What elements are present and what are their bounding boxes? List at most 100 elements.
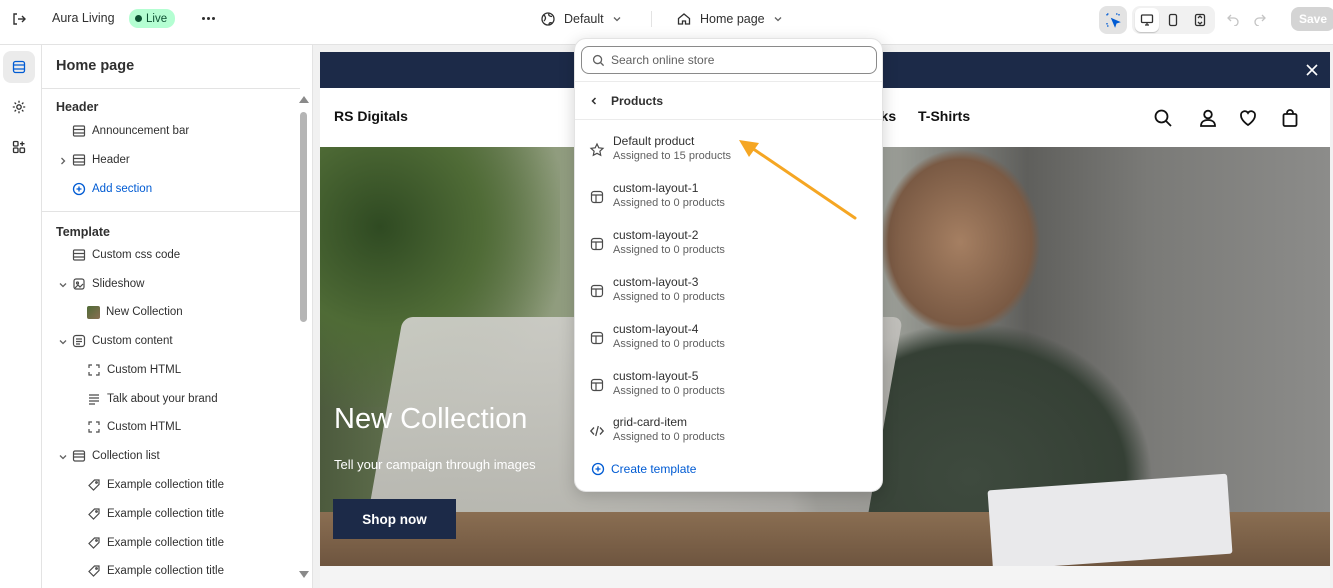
chevron-left-icon	[591, 97, 597, 105]
template-assignment: Assigned to 15 products	[613, 150, 732, 162]
template-assignment: Assigned to 0 products	[613, 244, 725, 256]
scroll-up-arrow[interactable]	[299, 96, 309, 103]
block-custom-html[interactable]: Custom HTML	[87, 417, 181, 437]
layout-icon	[590, 284, 604, 298]
tag-icon	[88, 537, 100, 549]
inspector-toggle[interactable]	[1099, 6, 1127, 34]
more-actions-button[interactable]	[197, 8, 219, 28]
block-custom-html[interactable]: Custom HTML	[87, 360, 181, 380]
mobile-view-button[interactable]	[1161, 8, 1185, 32]
scroll-down-arrow[interactable]	[299, 571, 309, 578]
chevron-down-icon[interactable]	[58, 280, 68, 290]
hero-subtitle: Tell your campaign through images	[334, 457, 536, 472]
shop-now-button[interactable]: Shop now	[333, 499, 456, 539]
star-icon	[589, 142, 605, 157]
section-slideshow[interactable]: Slideshow	[72, 274, 144, 294]
section-collection-list[interactable]: Collection list	[72, 446, 160, 466]
live-label: Live	[146, 12, 168, 25]
template-item-custom-layout-2[interactable]: custom-layout-2 Assigned to 0 products	[581, 224, 877, 264]
section-label: Header	[92, 154, 130, 166]
block-collection[interactable]: Example collection title	[87, 561, 224, 581]
plus-circle-icon	[591, 462, 605, 476]
template-picker-dropdown: Products Default product Assigned to 15 …	[574, 38, 883, 492]
block-new-collection[interactable]: New Collection	[87, 302, 183, 322]
template-item-custom-layout-4[interactable]: custom-layout-4 Assigned to 0 products	[581, 318, 877, 358]
live-status-badge: Live	[129, 9, 176, 28]
template-item-grid-card-item[interactable]: grid-card-item Assigned to 0 products	[581, 411, 877, 451]
sections-rail-button[interactable]	[3, 51, 35, 83]
block-collection[interactable]: Example collection title	[87, 533, 224, 553]
section-label: Custom content	[92, 335, 173, 347]
save-button[interactable]: Save	[1291, 7, 1333, 31]
block-collection[interactable]: Example collection title	[87, 504, 224, 524]
undo-icon[interactable]	[1226, 12, 1240, 29]
template-item-custom-layout-5[interactable]: custom-layout-5 Assigned to 0 products	[581, 365, 877, 405]
settings-rail-button[interactable]	[3, 91, 35, 123]
fullscreen-icon	[1194, 13, 1205, 27]
desktop-icon	[1141, 14, 1154, 26]
template-name: grid-card-item	[613, 415, 688, 429]
divider	[42, 88, 300, 89]
globe-icon	[541, 12, 555, 26]
section-custom-content[interactable]: Custom content	[72, 331, 173, 351]
annotation-arrow	[739, 140, 857, 220]
wishlist-heart-icon[interactable]	[1238, 108, 1258, 128]
section-announcement-bar[interactable]: Announcement bar	[72, 121, 189, 141]
template-name: custom-layout-3	[613, 275, 699, 289]
template-assignment: Assigned to 0 products	[613, 385, 725, 397]
site-nav: nks T-Shirts	[872, 108, 988, 124]
search-icon[interactable]	[1153, 108, 1173, 128]
chevron-down-icon[interactable]	[58, 337, 68, 347]
tag-icon	[88, 479, 100, 491]
code-icon	[589, 425, 605, 437]
page-selector[interactable]: Home page	[676, 9, 783, 29]
frame-icon	[88, 421, 100, 433]
nav-link[interactable]: T-Shirts	[918, 108, 970, 124]
account-icon[interactable]	[1198, 108, 1218, 128]
template-name: custom-layout-5	[613, 369, 699, 383]
page-selector-label: Home page	[700, 12, 765, 26]
slideshow-icon	[73, 278, 85, 290]
close-icon[interactable]	[1304, 62, 1320, 78]
search-input[interactable]	[611, 53, 851, 67]
text-block-icon	[72, 334, 86, 348]
sections-icon	[12, 60, 26, 74]
block-label: Custom HTML	[107, 421, 182, 433]
back-to-products-button[interactable]: Products	[589, 94, 663, 108]
block-label: Custom HTML	[107, 364, 182, 376]
template-item-custom-layout-3[interactable]: custom-layout-3 Assigned to 0 products	[581, 271, 877, 311]
theme-selector[interactable]: Default	[540, 9, 622, 29]
template-name: custom-layout-4	[613, 322, 699, 336]
template-assignment: Assigned to 0 products	[613, 291, 725, 303]
site-logo[interactable]: RS Digitals	[334, 108, 408, 124]
divider	[42, 211, 300, 212]
section-header[interactable]: Header	[72, 150, 130, 170]
back-label: Products	[611, 94, 664, 108]
exit-icon[interactable]	[10, 10, 30, 30]
apps-rail-button[interactable]	[3, 131, 35, 163]
redo-icon[interactable]	[1253, 12, 1267, 29]
chevron-right-icon[interactable]	[58, 156, 68, 166]
hero-image-paper	[987, 473, 1233, 566]
section-label: Announcement bar	[92, 125, 190, 137]
sidebar-scrollbar-thumb[interactable]	[300, 112, 307, 322]
live-dot-icon	[135, 15, 142, 22]
chevron-down-icon[interactable]	[58, 452, 68, 462]
fullscreen-view-button[interactable]	[1188, 8, 1212, 32]
text-lines-icon	[89, 394, 99, 405]
block-talk-about-brand[interactable]: Talk about your brand	[87, 389, 218, 409]
desktop-view-button[interactable]	[1135, 8, 1160, 32]
cart-bag-icon[interactable]	[1280, 108, 1300, 128]
section-icon	[72, 154, 86, 166]
template-name: custom-layout-2	[613, 228, 699, 242]
divider	[575, 119, 882, 120]
add-section-button[interactable]: Add section	[72, 179, 152, 199]
left-rail	[0, 45, 42, 588]
image-thumbnail-icon	[87, 305, 100, 319]
section-custom-css[interactable]: Custom css code	[72, 245, 180, 265]
divider	[651, 11, 652, 27]
search-field[interactable]	[581, 46, 877, 74]
create-template-button[interactable]: Create template	[591, 462, 696, 476]
block-collection[interactable]: Example collection title	[87, 475, 224, 495]
chevron-down-icon	[613, 17, 621, 22]
